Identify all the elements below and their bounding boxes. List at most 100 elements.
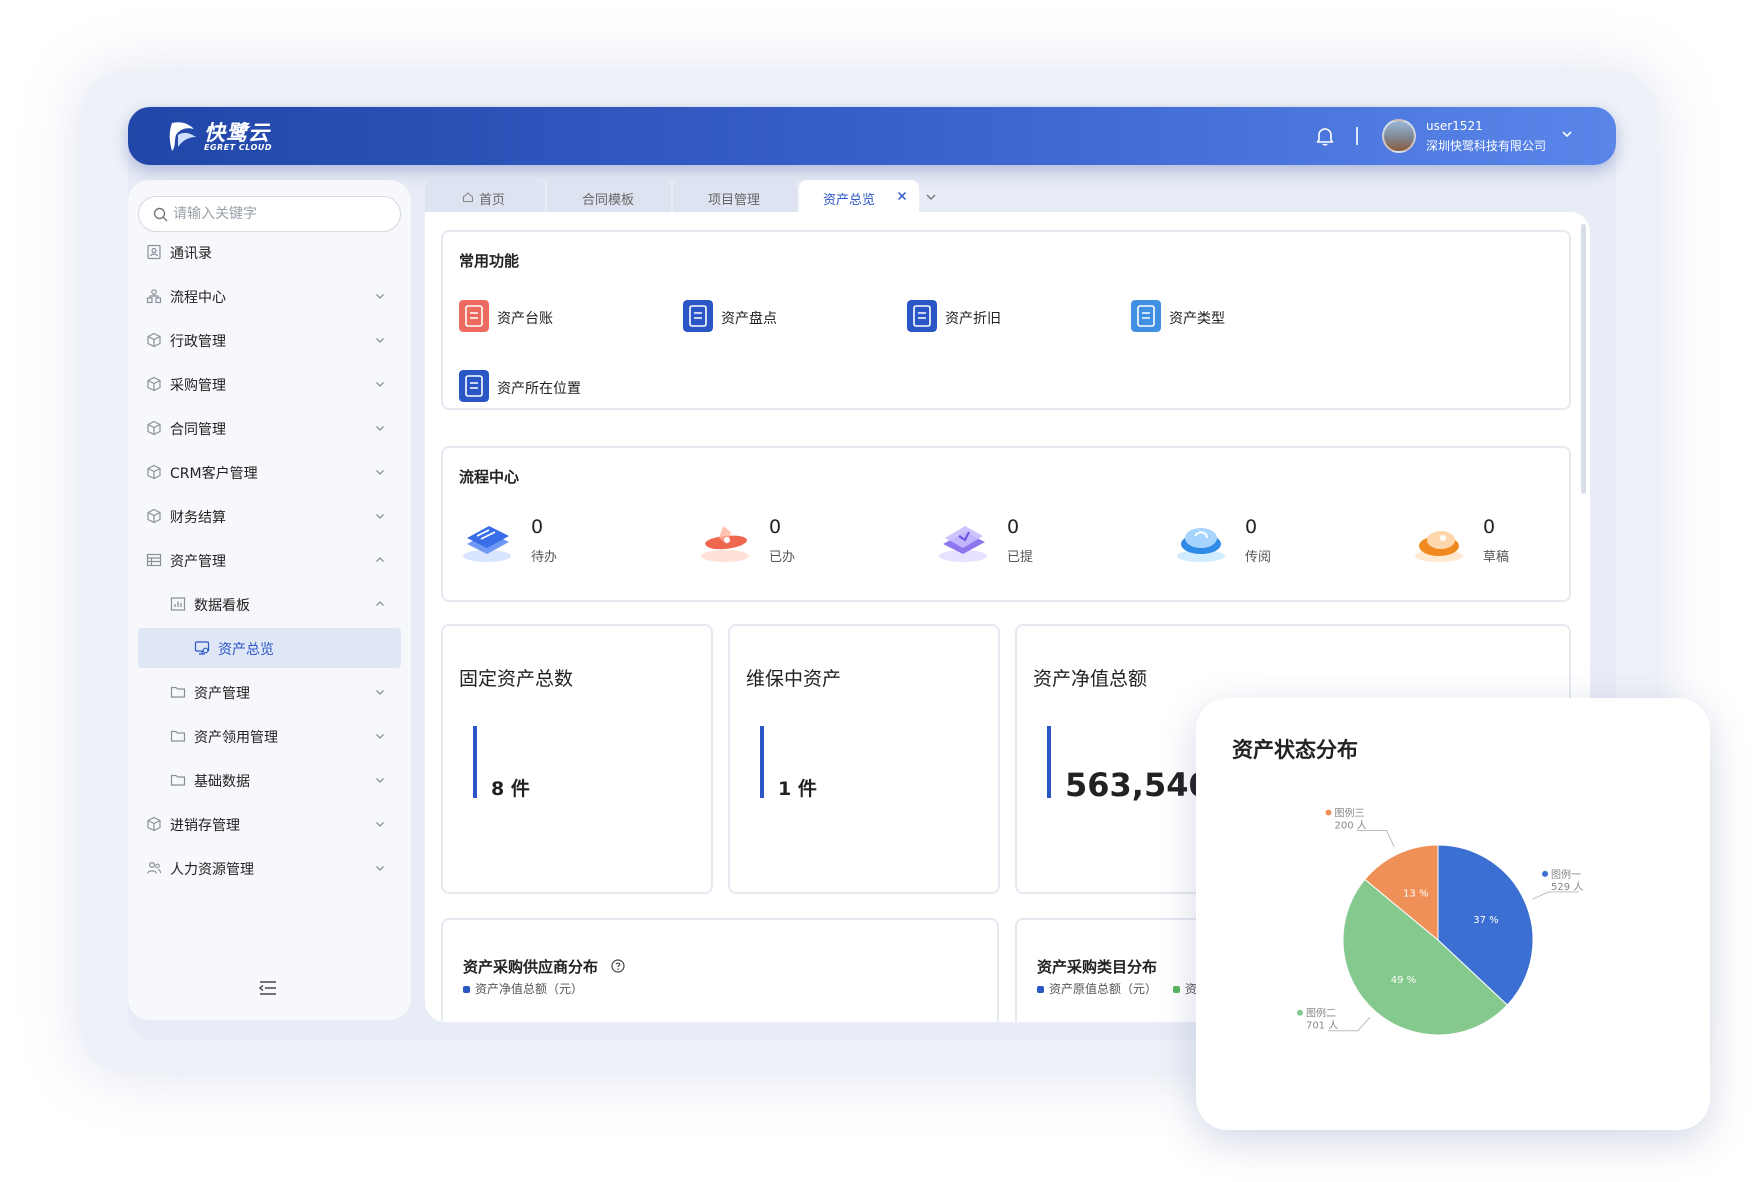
- circulate-icon: [1177, 528, 1225, 562]
- user-company[interactable]: 深圳快鹭科技有限公司: [1426, 137, 1546, 154]
- search-box[interactable]: [138, 196, 401, 232]
- sidebar-item-label: 采购管理: [170, 378, 226, 394]
- chevron-up-icon: [376, 601, 384, 606]
- cube-icon: [147, 508, 161, 524]
- sidebar-item-process-center[interactable]: 流程中心: [138, 276, 401, 316]
- sidebar-item-basic-data[interactable]: 基础数据: [138, 760, 401, 800]
- home-icon: [462, 192, 474, 203]
- process-todo[interactable]: 0 待办: [459, 512, 599, 572]
- stat-title: 维保中资产: [746, 668, 842, 690]
- sidebar-item-contract[interactable]: 合同管理: [138, 408, 401, 448]
- function-label: 资产所在位置: [497, 381, 581, 397]
- pie-legend-dot: [1296, 1009, 1303, 1016]
- stat-title: 固定资产总数: [459, 668, 574, 690]
- process-count: 0: [1483, 516, 1496, 538]
- function-label: 资产台账: [497, 311, 553, 327]
- chart-title: 资产采购供应商分布: [463, 958, 599, 976]
- bar-chart-icon: [170, 597, 186, 611]
- tab-project-management[interactable]: 项目管理: [673, 180, 797, 214]
- stat-value: 563,540: [1065, 766, 1211, 804]
- pie-leader-line: [1532, 891, 1580, 900]
- legend-label: 资产净值总额（元）: [475, 982, 584, 996]
- chart-title: 资产采购类目分布: [1037, 958, 1158, 976]
- sidebar-item-contacts[interactable]: 通讯录: [138, 232, 401, 272]
- sidebar-item-asset-requisition[interactable]: 资产领用管理: [138, 716, 401, 756]
- contacts-icon: [147, 244, 161, 260]
- sidebar-item-label: CRM客户管理: [170, 466, 258, 482]
- tab-asset-overview[interactable]: 资产总览: [799, 180, 919, 214]
- chevron-down-icon: [376, 426, 384, 431]
- pie-legend-value: 701 人: [1306, 1020, 1338, 1032]
- logo[interactable]: 快鹭云 EGRET CLOUD: [166, 115, 276, 157]
- submitted-icon: [939, 526, 987, 562]
- sidebar-item-asset-overview[interactable]: 资产总览: [138, 628, 401, 668]
- chevron-down-icon: [376, 822, 384, 827]
- sidebar-item-asset-management[interactable]: 资产管理: [138, 540, 401, 580]
- process-circulated[interactable]: 0 传阅: [1173, 512, 1313, 572]
- function-label: 资产类型: [1169, 311, 1225, 327]
- egret-logo-icon: [169, 122, 196, 151]
- cube-icon: [147, 816, 161, 832]
- scrollbar[interactable]: [1581, 224, 1586, 494]
- process-draft[interactable]: 0 草稿: [1411, 512, 1551, 572]
- chevron-down-icon: [376, 338, 384, 343]
- document-icon: [1131, 300, 1161, 332]
- cube-icon: [147, 376, 161, 392]
- sidebar-item-label: 财务结算: [170, 510, 226, 526]
- sidebar-item-label: 进销存管理: [170, 818, 240, 834]
- legend-label: 资产原值总额（元）: [1049, 982, 1158, 996]
- chevron-down-icon: [376, 470, 384, 475]
- draft-icon: [1415, 531, 1463, 562]
- sidebar-item-label: 合同管理: [170, 422, 226, 438]
- pie-percent-label: 13 %: [1403, 889, 1428, 900]
- card-title: 流程中心: [459, 468, 520, 486]
- process-label: 已提: [1007, 550, 1034, 565]
- sidebar-item-asset-sub-management[interactable]: 资产管理: [138, 672, 401, 712]
- sidebar-item-inventory[interactable]: 进销存管理: [138, 804, 401, 844]
- close-icon[interactable]: [896, 190, 908, 202]
- pie-legend-name: 图例三: [1335, 806, 1365, 819]
- help-icon[interactable]: [611, 959, 625, 973]
- sidebar-item-label: 人力资源管理: [170, 862, 254, 878]
- user-name[interactable]: user1521: [1426, 119, 1483, 133]
- chevron-down-icon[interactable]: [924, 190, 938, 204]
- sidebar-item-data-dashboard[interactable]: 数据看板: [138, 584, 401, 624]
- done-stamp-icon: [701, 526, 749, 562]
- sidebar-item-admin[interactable]: 行政管理: [138, 320, 401, 360]
- chevron-down-icon[interactable]: [1560, 127, 1574, 141]
- sidebar-item-crm[interactable]: CRM客户管理: [138, 452, 401, 492]
- process-submitted[interactable]: 0 已提: [935, 512, 1075, 572]
- process-count: 0: [1007, 516, 1020, 538]
- process-done[interactable]: 0 已办: [697, 512, 837, 572]
- top-header: 快鹭云 EGRET CLOUD user1521 深圳快鹭科技有限公司: [128, 107, 1616, 165]
- cube-icon: [147, 464, 161, 480]
- chevron-down-icon: [376, 294, 384, 299]
- document-icon: [683, 300, 713, 332]
- common-functions-card: 常用功能 资产台账 资产盘点 资产折旧 资产类型 资产所在位置: [441, 230, 1571, 410]
- document-icon: [459, 300, 489, 332]
- sidebar-item-finance[interactable]: 财务结算: [138, 496, 401, 536]
- search-input[interactable]: [173, 203, 393, 225]
- supplier-distribution-card: 资产采购供应商分布 资产净值总额（元）: [441, 918, 999, 1022]
- chevron-up-icon: [376, 557, 384, 562]
- todo-stack-icon: [463, 526, 511, 562]
- process-label: 待办: [531, 550, 558, 565]
- legend-dot: [463, 986, 470, 993]
- process-label: 草稿: [1483, 550, 1510, 565]
- pie-legend-dot: [1325, 809, 1332, 816]
- avatar[interactable]: [1382, 119, 1416, 153]
- stat-value: 8 件: [491, 778, 530, 800]
- tab-home[interactable]: 首页: [425, 180, 545, 214]
- chevron-down-icon: [376, 866, 384, 871]
- folder-icon: [170, 686, 186, 698]
- process-center-card: 流程中心 0 待办 0 已办 0 已提 0 传阅 0 草稿: [441, 446, 1571, 602]
- sidebar-item-label: 基础数据: [194, 774, 250, 790]
- header-divider: [1356, 127, 1358, 145]
- tab-contract-template[interactable]: 合同模板: [547, 180, 671, 214]
- sidebar-item-hr[interactable]: 人力资源管理: [138, 848, 401, 888]
- sidebar-item-procurement[interactable]: 采购管理: [138, 364, 401, 404]
- collapse-menu-icon[interactable]: [258, 980, 278, 996]
- sidebar-item-label: 数据看板: [194, 598, 250, 614]
- chevron-down-icon: [376, 382, 384, 387]
- notification-bell-icon[interactable]: [1314, 125, 1336, 147]
